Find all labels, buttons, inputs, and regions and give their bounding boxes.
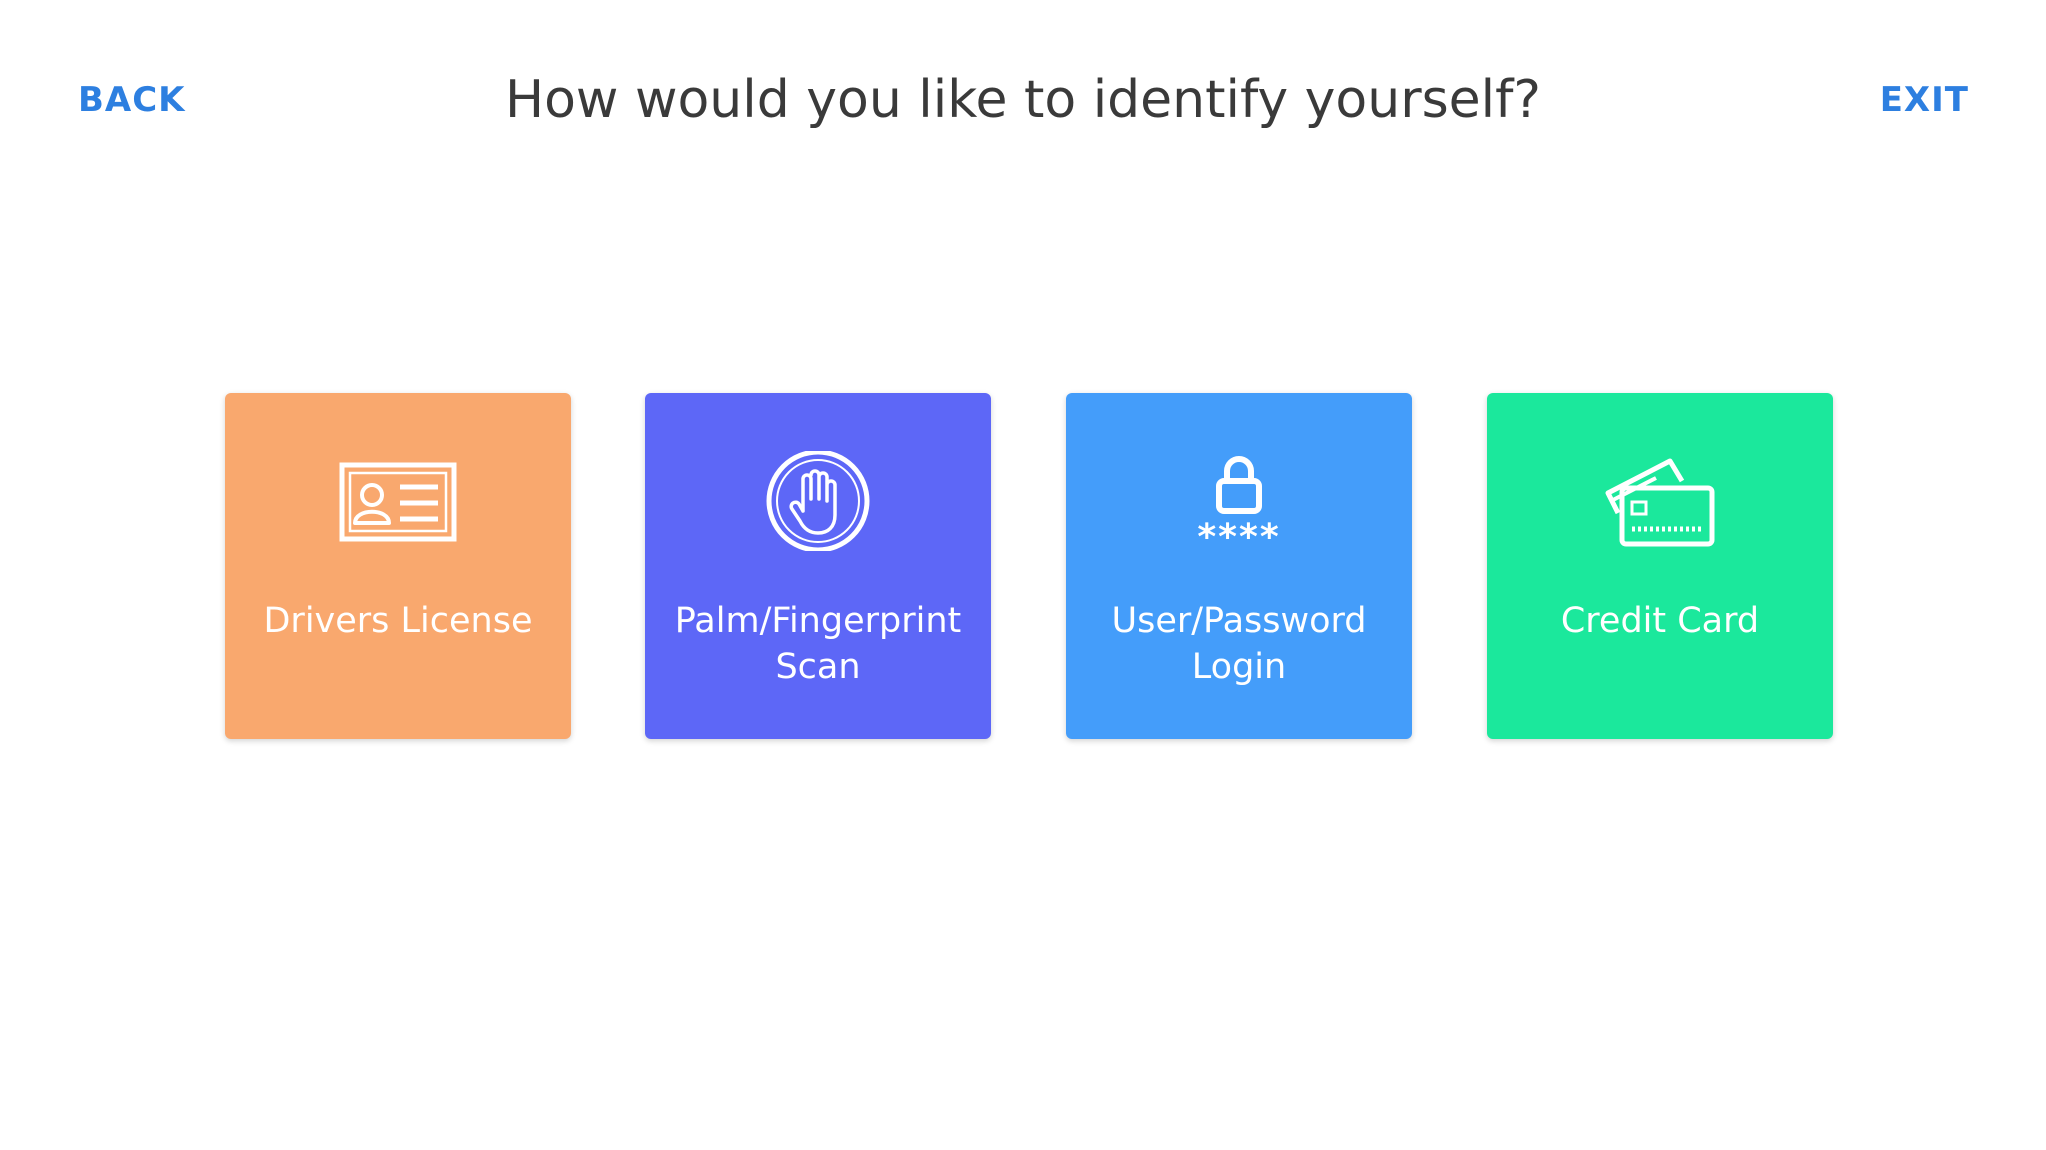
- credit-card-icon: [1600, 451, 1720, 551]
- option-label: Palm/Fingerprint Scan: [674, 601, 962, 687]
- option-label: User/Password Login: [1111, 601, 1367, 687]
- user-password-login-option[interactable]: **** User/Password Login: [1066, 393, 1412, 739]
- lock-icon: ****: [1179, 451, 1299, 551]
- id-card-icon: [338, 451, 458, 551]
- option-label: Credit Card: [1560, 601, 1760, 641]
- exit-button[interactable]: EXIT: [1880, 70, 1969, 130]
- drivers-license-option[interactable]: Drivers License: [225, 393, 571, 739]
- palm-fingerprint-scan-option[interactable]: Palm/Fingerprint Scan: [645, 393, 991, 739]
- credit-card-option[interactable]: Credit Card: [1487, 393, 1833, 739]
- option-label: Drivers License: [263, 601, 533, 641]
- masked-password-text: ****: [1197, 517, 1280, 551]
- hand-icon: [758, 451, 878, 551]
- identification-options: Drivers License Palm/Fingerprint Scan **…: [225, 393, 1833, 739]
- page-title: How would you like to identify yourself?: [504, 70, 1542, 130]
